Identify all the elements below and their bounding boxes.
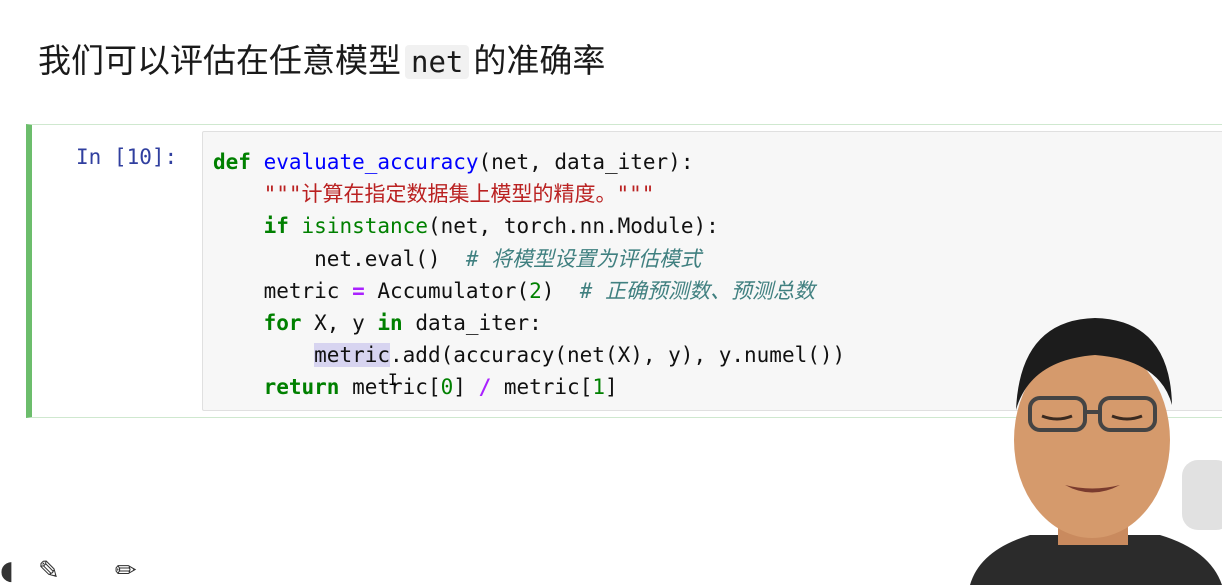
heading-prefix: 我们可以评估在任意模型	[38, 41, 401, 80]
code-line[interactable]: metric = Accumulator(2) # 正确预测数、预测总数	[213, 275, 845, 307]
code-line[interactable]: return metric[0] / metric[1]	[213, 371, 845, 403]
code-line[interactable]: def evaluate_accuracy(net, data_iter):	[213, 146, 845, 178]
cell-prompt: In [10]:	[76, 145, 178, 169]
markdown-heading: 我们可以评估在任意模型 net 的准确率	[38, 38, 605, 85]
code-block[interactable]: def evaluate_accuracy(net, data_iter): "…	[213, 146, 845, 404]
presenter-webcam	[970, 318, 1222, 585]
heading-inline-code: net	[405, 45, 470, 79]
code-line[interactable]: for X, y in data_iter:	[213, 307, 845, 339]
heading-suffix: 的准确率	[473, 41, 606, 80]
code-line[interactable]: net.eval() # 将模型设置为评估模式	[213, 243, 845, 275]
code-line[interactable]: """计算在指定数据集上模型的精度。"""	[213, 178, 845, 210]
bottom-toolbar: ◖ ✎ ✏	[0, 558, 200, 585]
text-cursor-icon: I	[388, 370, 398, 389]
partial-icon: ◖	[0, 556, 14, 585]
pencil-icon[interactable]: ✏	[115, 558, 137, 585]
code-line[interactable]: if isinstance(net, torch.nn.Module):	[213, 210, 845, 242]
edit-icon[interactable]: ✎	[38, 558, 60, 585]
code-line[interactable]: metric.add(accuracy(net(X), y), y.numel(…	[213, 339, 845, 371]
